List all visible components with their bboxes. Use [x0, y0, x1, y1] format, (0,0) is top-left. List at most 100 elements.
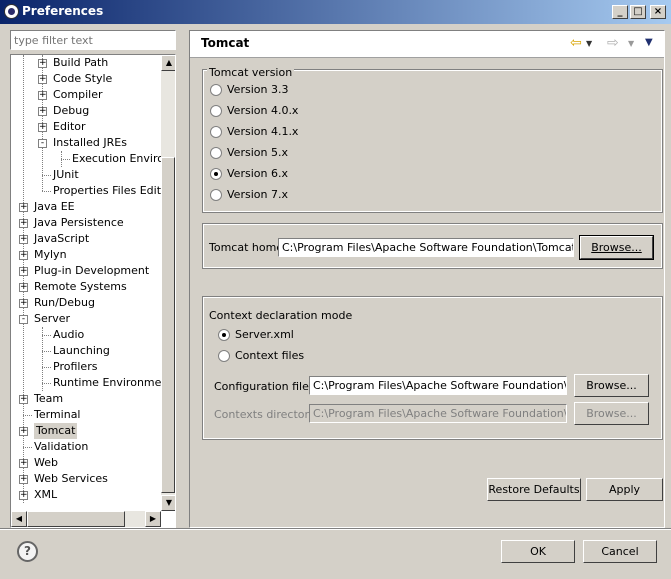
- tree-item[interactable]: Terminal: [11, 407, 161, 423]
- back-icon[interactable]: ⇦: [570, 36, 582, 50]
- tree-item[interactable]: + Web Services: [11, 471, 161, 487]
- expand-icon[interactable]: +: [38, 59, 47, 68]
- apply-button[interactable]: Apply: [586, 478, 663, 501]
- expand-icon[interactable]: +: [38, 107, 47, 116]
- version-radio[interactable]: [210, 84, 222, 96]
- tree-item[interactable]: + Web: [11, 455, 161, 471]
- expand-icon[interactable]: +: [19, 475, 28, 484]
- filter-input[interactable]: [10, 30, 176, 50]
- expand-icon[interactable]: +: [19, 459, 28, 468]
- tree-item[interactable]: Validation: [11, 439, 161, 455]
- tree-item-label: Server: [34, 312, 71, 325]
- tree-item[interactable]: + Run/Debug: [11, 295, 161, 311]
- expand-icon[interactable]: +: [19, 427, 28, 436]
- expand-icon[interactable]: +: [19, 235, 28, 244]
- expand-icon[interactable]: +: [19, 395, 28, 404]
- context-mode-option-label[interactable]: Server.xml: [235, 328, 294, 341]
- scroll-right-icon[interactable]: ▶: [145, 511, 161, 527]
- version-radio[interactable]: [210, 147, 222, 159]
- tree-item[interactable]: + XML: [11, 487, 161, 503]
- maximize-icon[interactable]: □: [630, 5, 646, 19]
- version-option-label[interactable]: Version 5.x: [227, 146, 288, 159]
- context-mode-option-label[interactable]: Context files: [235, 349, 304, 362]
- tree-item[interactable]: + Debug: [11, 103, 161, 119]
- tree-item[interactable]: JUnit: [11, 167, 161, 183]
- tree-item[interactable]: + Team: [11, 391, 161, 407]
- version-radio[interactable]: [210, 189, 222, 201]
- version-option-label[interactable]: Version 4.0.x: [227, 104, 298, 117]
- expand-icon[interactable]: +: [19, 203, 28, 212]
- context-mode-radio[interactable]: [218, 329, 230, 341]
- expand-icon[interactable]: +: [19, 251, 28, 260]
- version-radio[interactable]: [210, 168, 222, 180]
- tree-item[interactable]: Audio: [11, 327, 161, 343]
- tomcat-home-field[interactable]: C:\Program Files\Apache Software Foundat…: [278, 238, 574, 257]
- configuration-file-field[interactable]: C:\Program Files\Apache Software Foundat…: [309, 376, 567, 395]
- tree-item[interactable]: + Java EE: [11, 199, 161, 215]
- view-menu-icon[interactable]: ▼: [645, 36, 653, 50]
- version-option-label[interactable]: Version 6.x: [227, 167, 288, 180]
- tree-item[interactable]: Execution Environments: [11, 151, 175, 167]
- cancel-button[interactable]: Cancel: [583, 540, 657, 563]
- tree-item[interactable]: + Java Persistence: [11, 215, 161, 231]
- collapse-icon[interactable]: -: [19, 315, 28, 324]
- title-bar[interactable]: Preferences _ □ ×: [0, 0, 671, 24]
- window-title: Preferences: [22, 4, 104, 18]
- tree-horizontal-scrollbar[interactable]: ◀ ▶: [11, 511, 161, 527]
- close-icon[interactable]: ×: [650, 5, 666, 19]
- expand-icon[interactable]: +: [38, 91, 47, 100]
- version-radio[interactable]: [210, 126, 222, 138]
- tree-item-label: Code Style: [53, 72, 113, 85]
- eclipse-icon: [4, 4, 19, 19]
- expand-icon[interactable]: +: [19, 267, 28, 276]
- version-option-label[interactable]: Version 3.3: [227, 83, 288, 96]
- context-mode-radio[interactable]: [218, 350, 230, 362]
- tree-item[interactable]: - Server: [11, 311, 161, 327]
- tree-item-label: Web Services: [34, 472, 108, 485]
- tree-item[interactable]: Runtime Environments: [11, 375, 175, 391]
- preferences-tree[interactable]: + Build Path + Code Style + Compiler + Debug + Ed…: [10, 54, 176, 528]
- page-title: Tomcat: [201, 36, 250, 50]
- tree-item[interactable]: + Tomcat: [11, 423, 161, 439]
- scroll-thumb[interactable]: [161, 157, 175, 493]
- expand-icon[interactable]: +: [38, 75, 47, 84]
- ok-button[interactable]: OK: [501, 540, 575, 563]
- expand-icon[interactable]: +: [19, 219, 28, 228]
- expand-icon[interactable]: +: [38, 123, 47, 132]
- tree-item[interactable]: + JavaScript: [11, 231, 161, 247]
- tree-item[interactable]: Properties Files Editor: [11, 183, 172, 199]
- minimize-icon[interactable]: _: [612, 5, 628, 19]
- scroll-up-icon[interactable]: ▲: [161, 55, 175, 71]
- tree-item-label: Editor: [53, 120, 86, 133]
- tree-item-label: Tomcat: [34, 423, 78, 439]
- tree-item[interactable]: + Remote Systems: [11, 279, 161, 295]
- expand-icon[interactable]: +: [19, 283, 28, 292]
- forward-icon[interactable]: ⇨: [607, 36, 619, 50]
- tree-item-label: Remote Systems: [34, 280, 127, 293]
- scroll-left-icon[interactable]: ◀: [11, 511, 27, 527]
- version-option-label[interactable]: Version 4.1.x: [227, 125, 298, 138]
- tree-item[interactable]: Profilers: [11, 359, 161, 375]
- tree-item[interactable]: + Editor: [11, 119, 161, 135]
- expand-icon[interactable]: +: [19, 299, 28, 308]
- help-icon[interactable]: ?: [17, 541, 38, 562]
- expand-icon[interactable]: +: [19, 491, 28, 500]
- forward-dropdown-icon[interactable]: ▼: [628, 37, 634, 51]
- tree-item[interactable]: + Compiler: [11, 87, 161, 103]
- tree-vertical-scrollbar[interactable]: ▲ ▼: [161, 55, 175, 511]
- tomcat-home-browse-button[interactable]: Browse...: [579, 235, 654, 260]
- tree-item[interactable]: + Build Path: [11, 55, 161, 71]
- tree-item[interactable]: + Code Style: [11, 71, 161, 87]
- configuration-file-browse-button[interactable]: Browse...: [574, 374, 649, 397]
- version-option-label[interactable]: Version 7.x: [227, 188, 288, 201]
- version-radio[interactable]: [210, 105, 222, 117]
- scroll-down-icon[interactable]: ▼: [161, 495, 175, 511]
- collapse-icon[interactable]: -: [38, 139, 47, 148]
- restore-defaults-button[interactable]: Restore Defaults: [487, 478, 581, 501]
- hscroll-thumb[interactable]: [27, 511, 125, 527]
- tree-item[interactable]: + Plug-in Development: [11, 263, 161, 279]
- tree-item[interactable]: Launching: [11, 343, 161, 359]
- tree-item[interactable]: - Installed JREs: [11, 135, 161, 151]
- tree-item[interactable]: + Mylyn: [11, 247, 161, 263]
- back-dropdown-icon[interactable]: ▼: [586, 37, 592, 51]
